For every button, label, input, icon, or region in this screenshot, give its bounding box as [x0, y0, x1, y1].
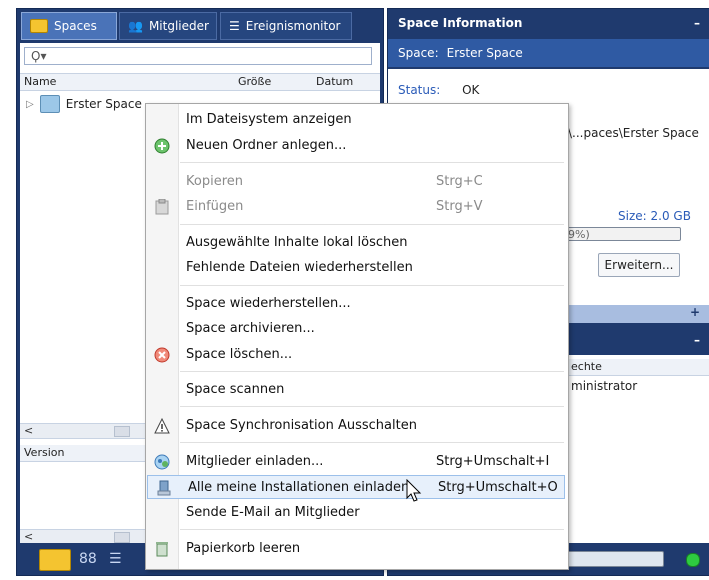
app-window: Spaces 👥 Mitglieder ☰ Ereignismonitor Ϙ▾…	[0, 0, 709, 580]
col-rights[interactable]: echte	[571, 360, 602, 373]
folder-icon	[30, 19, 48, 33]
space-label: Space:	[398, 46, 439, 60]
menu-item-copy[interactable]: Kopieren Strg+C	[146, 170, 566, 194]
menu-separator	[180, 371, 564, 372]
menu-separator	[180, 529, 564, 530]
menu-item-sync-off[interactable]: Space Synchronisation Ausschalten	[146, 414, 566, 438]
search-input[interactable]: Ϙ▾	[24, 47, 372, 65]
panel-title: Space Information	[398, 16, 523, 30]
menu-item-delete-local[interactable]: Ausgewählte Inhalte lokal löschen	[146, 231, 566, 255]
menu-item-label: Ausgewählte Inhalte lokal löschen	[186, 235, 408, 250]
menu-item-label: Fehlende Dateien wiederherstellen	[186, 260, 413, 275]
invite-icon	[154, 454, 170, 470]
menu-item-send-email[interactable]: Sende E-Mail an Mitglieder	[146, 501, 566, 525]
monitor-icon: ☰	[229, 19, 240, 33]
menu-item-invite-installations[interactable]: Alle meine Installationen einladen Strg+…	[147, 475, 565, 499]
menu-item-label: Mitglieder einladen...	[186, 454, 324, 469]
status-value: OK	[462, 83, 480, 97]
warning-icon	[154, 418, 170, 434]
status-ok-icon	[686, 553, 700, 567]
menu-item-label: Alle meine Installationen einladen	[188, 480, 410, 495]
space-information-header: Space Information –	[388, 9, 709, 37]
menu-item-shortcut: Strg+V	[436, 199, 483, 214]
expand-icon[interactable]: ▷	[26, 99, 34, 110]
plus-icon[interactable]: +	[690, 305, 700, 319]
space-row: Space: Erster Space	[388, 39, 709, 67]
menu-item-archive-space[interactable]: Space archivieren...	[146, 317, 566, 341]
col-date[interactable]: Datum	[316, 75, 353, 88]
tab-spaces[interactable]: Spaces	[21, 12, 117, 40]
menu-separator	[180, 224, 564, 225]
member-role: ministrator	[571, 379, 638, 393]
folder-icon[interactable]	[39, 549, 71, 571]
tab-mitglieder[interactable]: 👥 Mitglieder	[119, 12, 217, 40]
menu-item-empty-trash[interactable]: Papierkorb leeren	[146, 537, 566, 561]
col-name[interactable]: Name	[24, 75, 56, 88]
status-line: Status: OK	[398, 83, 479, 97]
tree-item-label: Erster Space	[65, 97, 142, 111]
menu-item-label: Space scannen	[186, 382, 285, 397]
monitor-icon[interactable]: ☰	[109, 551, 122, 567]
menu-item-show-in-filesystem[interactable]: Im Dateisystem anzeigen	[146, 108, 566, 132]
menu-separator	[180, 406, 564, 407]
path-value: \...paces\Erster Space	[568, 126, 699, 140]
sync-progress	[566, 551, 664, 567]
menu-item-label: Space archivieren...	[186, 321, 315, 336]
menu-separator	[180, 442, 564, 443]
space-icon	[39, 95, 60, 113]
menu-item-restore-space[interactable]: Space wiederherstellen...	[146, 292, 566, 316]
size-value: Size: 2.0 GB	[618, 209, 691, 223]
menu-item-label: Space löschen...	[186, 347, 293, 362]
menu-item-label: Papierkorb leeren	[186, 541, 301, 556]
menu-item-shortcut: Strg+Umschalt+I	[436, 454, 550, 469]
paste-icon	[154, 199, 170, 215]
add-folder-icon	[154, 138, 170, 154]
menu-item-scan-space[interactable]: Space scannen	[146, 378, 566, 402]
trash-icon	[154, 541, 170, 557]
menu-separator	[180, 285, 564, 286]
menu-separator	[180, 162, 564, 163]
menu-item-shortcut: Strg+Umschalt+O	[438, 480, 558, 495]
tab-label: Spaces	[54, 19, 97, 33]
scroll-thumb[interactable]	[114, 532, 130, 543]
menu-item-label: Kopieren	[186, 174, 243, 189]
menu-item-restore-missing[interactable]: Fehlende Dateien wiederherstellen	[146, 256, 566, 280]
menu-item-new-folder[interactable]: Neuen Ordner anlegen...	[146, 134, 566, 158]
col-size[interactable]: Größe	[238, 75, 271, 88]
menu-item-delete-space[interactable]: Space löschen...	[146, 343, 566, 367]
menu-item-invite-members[interactable]: Mitglieder einladen... Strg+Umschalt+I	[146, 450, 566, 474]
menu-item-label: Einfügen	[186, 199, 244, 214]
tab-bar: Spaces 👥 Mitglieder ☰ Ereignismonitor	[17, 9, 383, 43]
usage-progress: 9%)	[563, 227, 681, 241]
scroll-left-icon[interactable]: <	[24, 424, 33, 437]
delete-icon	[154, 347, 170, 363]
menu-item-label: Im Dateisystem anzeigen	[186, 112, 352, 127]
menu-item-shortcut: Strg+C	[436, 174, 483, 189]
tree-item-erster-space[interactable]: ▷ Erster Space	[26, 95, 142, 113]
menu-item-label: Space wiederherstellen...	[186, 296, 351, 311]
menu-item-label: Neuen Ordner anlegen...	[186, 138, 347, 153]
members-icon[interactable]: 88	[79, 551, 97, 567]
space-value: Erster Space	[446, 46, 523, 60]
collapse-icon[interactable]: –	[694, 333, 700, 347]
tab-label: Mitglieder	[148, 19, 209, 33]
menu-item-paste[interactable]: Einfügen Strg+V	[146, 195, 566, 219]
extend-button[interactable]: Erweitern...	[598, 253, 680, 277]
tab-label: Ereignismonitor	[245, 19, 341, 33]
collapse-icon[interactable]: –	[694, 16, 700, 30]
menu-item-label: Space Synchronisation Ausschalten	[186, 418, 417, 433]
scroll-left-icon[interactable]: <	[24, 530, 33, 543]
col-version[interactable]: Version	[24, 446, 64, 459]
context-menu: Im Dateisystem anzeigen Neuen Ordner anl…	[145, 103, 569, 570]
mouse-cursor-icon	[406, 479, 422, 502]
installations-icon	[156, 480, 172, 496]
menu-item-label: Sende E-Mail an Mitglieder	[186, 505, 360, 520]
scroll-thumb[interactable]	[114, 426, 130, 437]
column-header: Name Größe Datum	[20, 73, 380, 91]
members-icon: 👥	[128, 19, 143, 33]
status-label: Status:	[398, 83, 441, 97]
tab-ereignismonitor[interactable]: ☰ Ereignismonitor	[220, 12, 352, 40]
